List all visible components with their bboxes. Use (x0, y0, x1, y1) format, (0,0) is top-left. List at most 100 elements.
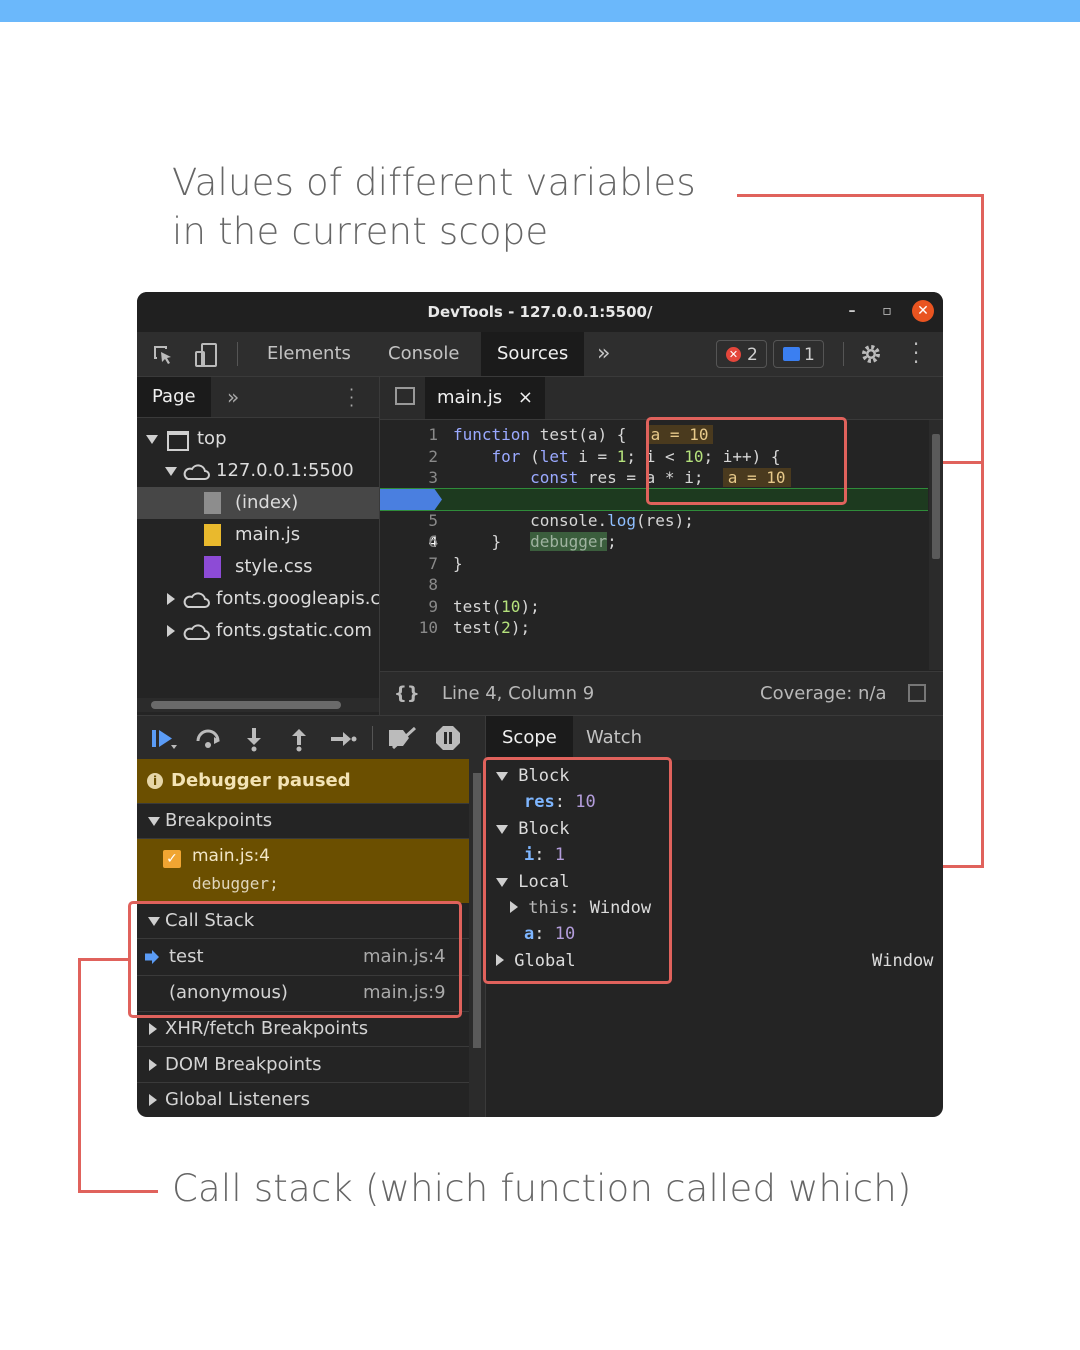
dom-breakpoints-header[interactable]: DOM Breakpoints (137, 1047, 469, 1083)
close-window-icon[interactable]: ✕ (912, 300, 934, 322)
js-file-icon (204, 524, 221, 546)
tab-console[interactable]: Console (388, 332, 459, 376)
code-line: 8 (380, 574, 928, 595)
maximize-icon[interactable]: ▫ (876, 300, 898, 322)
more-navigator-icon[interactable]: » (227, 385, 239, 409)
annotation-scope: Values of different variables in the cur… (172, 158, 696, 256)
messages-count: 1 (804, 345, 815, 365)
code-line: 5 console.log(res); (380, 510, 928, 531)
scope-tabbar: Scope Watch (486, 715, 943, 760)
pause-on-exceptions-icon[interactable] (435, 725, 461, 751)
code-line: 9 test(10); (380, 596, 928, 617)
tab-sources[interactable]: Sources (481, 332, 585, 376)
expand-icon (146, 435, 158, 444)
code-line: 7} (380, 553, 928, 574)
tree-item-gstatic[interactable]: fonts.gstatic.com (137, 615, 379, 647)
connector-line (981, 194, 984, 868)
minimize-icon[interactable]: – (841, 300, 863, 322)
breakpoint-item[interactable]: ✓ main.js:4 debugger; (137, 839, 469, 903)
tab-watch[interactable]: Watch (586, 716, 642, 760)
section-label: Global Listeners (165, 1089, 310, 1110)
inspect-element-icon[interactable] (151, 343, 175, 367)
expand-icon (148, 817, 160, 826)
line-number: 1 (428, 425, 438, 444)
expand-icon (165, 467, 177, 476)
tree-item-stylecss[interactable]: style.css (137, 551, 379, 583)
connector-line (737, 194, 984, 197)
paused-label: Debugger paused (171, 770, 351, 791)
messages-badge[interactable]: 1 (773, 340, 824, 368)
tree-label: (index) (235, 492, 299, 513)
editor-scrollbar[interactable] (929, 420, 943, 670)
tree-label: fonts.gstatic.com (216, 620, 372, 641)
connector-line (78, 958, 81, 1193)
section-label: DOM Breakpoints (165, 1054, 322, 1075)
coverage-toggle-icon[interactable] (908, 684, 926, 702)
collapse-icon (167, 625, 175, 637)
cloud-icon (183, 464, 210, 480)
collapse-icon (149, 1023, 157, 1035)
section-label: Breakpoints (165, 810, 273, 831)
settings-gear-icon[interactable] (859, 342, 883, 366)
collapse-icon (149, 1059, 157, 1071)
more-tabs-icon[interactable]: » (597, 332, 610, 376)
file-icon (204, 492, 221, 514)
debugger-paused-banner: i Debugger paused (137, 759, 469, 804)
step-out-icon[interactable] (287, 726, 311, 752)
breakpoint-file: main.js:4 (192, 846, 271, 866)
tree-item-mainjs[interactable]: main.js (137, 519, 379, 551)
step-over-icon[interactable] (194, 727, 222, 751)
tree-item-origin[interactable]: 127.0.0.1:5500 (137, 455, 379, 487)
resume-icon[interactable] (151, 727, 179, 751)
step-icon[interactable] (329, 728, 357, 750)
global-listeners-header[interactable]: Global Listeners (137, 1082, 469, 1117)
breakpoint-marker[interactable] (380, 489, 442, 510)
annotation-callstack: Call stack (which function called which) (172, 1167, 912, 1210)
checkbox-checked-icon[interactable]: ✓ (163, 850, 181, 868)
tree-item-top[interactable]: top (137, 423, 379, 455)
global-value: Window (872, 951, 934, 971)
step-into-icon[interactable] (242, 726, 266, 752)
collapse-icon (167, 593, 175, 605)
navigator-menu-icon[interactable]: · · · (349, 382, 354, 414)
line-number: 3 (428, 468, 438, 487)
kebab-menu-icon[interactable]: · · · (912, 334, 920, 372)
breakpoints-section-header[interactable]: Breakpoints (137, 803, 469, 839)
code-line: 6 } (380, 531, 928, 552)
close-tab-icon[interactable]: × (518, 387, 533, 408)
deactivate-breakpoints-icon[interactable] (387, 726, 419, 750)
window-titlebar: DevTools - 127.0.0.1:5500/ – ▫ ✕ (137, 292, 943, 332)
main-tabbar: Elements Console Sources » ✕ 2 1 · · · (137, 332, 943, 377)
debugger-toolbar (137, 715, 486, 760)
coverage-status: Coverage: n/a (760, 683, 887, 704)
tree-item-index[interactable]: (index) (137, 487, 379, 519)
cloud-icon (183, 624, 210, 640)
tab-scope[interactable]: Scope (486, 716, 573, 760)
editor-file-tab[interactable]: main.js × (425, 377, 545, 419)
pretty-print-button[interactable]: {} (394, 672, 420, 716)
window-title: DevTools - 127.0.0.1:5500/ (427, 303, 653, 321)
tab-page[interactable]: Page (137, 377, 211, 417)
toggle-navigator-icon[interactable] (395, 387, 415, 405)
info-icon: i (147, 773, 163, 789)
tree-item-googleapis[interactable]: fonts.googleapis.c (137, 583, 379, 615)
frame-icon (167, 431, 189, 451)
line-number: 10 (418, 618, 438, 637)
top-accent-bar (0, 0, 1080, 22)
device-toolbar-icon[interactable] (193, 342, 219, 368)
file-navigator: Page » · · · top 127.0.0.1:5500 (index) ma… (137, 377, 380, 715)
annotation-scope-line2: in the current scope (172, 210, 549, 253)
horizontal-scrollbar[interactable] (137, 698, 379, 712)
cloud-icon (183, 592, 210, 608)
collapse-icon (149, 1094, 157, 1106)
code-line: 10 test(2); (380, 617, 928, 638)
errors-badge[interactable]: ✕ 2 (716, 340, 767, 368)
tree-label: top (197, 428, 227, 449)
navigator-tabbar: Page » · · · (137, 377, 379, 418)
tab-elements[interactable]: Elements (267, 332, 351, 376)
line-number: 9 (428, 597, 438, 616)
line-number: 8 (428, 575, 438, 594)
editor-statusbar: {} Line 4, Column 9 Coverage: n/a (380, 671, 943, 716)
error-icon: ✕ (726, 347, 741, 362)
tree-label: 127.0.0.1:5500 (216, 460, 354, 481)
